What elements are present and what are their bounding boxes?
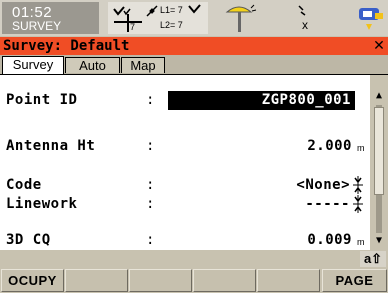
linework-row: Linework : ----- (0, 193, 370, 215)
scroll-down-icon[interactable]: ▼ (370, 234, 388, 248)
colon: : (146, 196, 155, 212)
satellite-panel: 7 L1= 7 L2= 7 (108, 2, 208, 34)
cq3d-row: 3D CQ : 0.009 m (0, 229, 370, 251)
signal-arrow-icon (188, 4, 201, 14)
scrollbar[interactable]: ▲ ▼ (370, 75, 388, 250)
code-updown-icon[interactable] (353, 176, 363, 194)
point-id-value: ZGP800_001 (261, 92, 351, 108)
antenna-ht-input[interactable]: 2.000 (307, 135, 352, 157)
battery-icon (359, 8, 383, 30)
position-crosshair-icon (113, 6, 142, 32)
f2-button[interactable] (65, 269, 128, 292)
tab-map[interactable]: Map (121, 57, 165, 73)
cq3d-value: 0.009 (307, 232, 352, 248)
colon: : (146, 92, 155, 108)
survey-form: Point ID : ZGP800_001 Antenna Ht : 2.000… (0, 75, 370, 250)
cq3d-label: 3D CQ (6, 232, 51, 248)
scroll-up-icon[interactable]: ▲ (370, 89, 388, 103)
antenna-ht-label: Antenna Ht (6, 138, 96, 154)
close-icon: ✕ (373, 37, 385, 53)
antenna-ht-unit: m (357, 143, 365, 153)
linework-label: Linework (6, 196, 78, 212)
f4-button[interactable] (193, 269, 256, 292)
point-id-row: Point ID : ZGP800_001 (0, 89, 370, 111)
tab-auto[interactable]: Auto (65, 57, 120, 73)
f1-ocupy-button[interactable]: OCUPY (1, 269, 64, 292)
softkey-bar: OCUPY PAGE (0, 268, 388, 293)
antenna-icon (225, 4, 257, 32)
point-id-label: Point ID (6, 92, 78, 108)
close-button[interactable]: ✕ (372, 37, 386, 53)
l2-count: L2= 7 (160, 20, 183, 30)
satellite-icon (146, 5, 158, 17)
page-title: Survey: Default (3, 38, 130, 54)
colon: : (146, 138, 155, 154)
radio-link-icon: x (298, 5, 308, 32)
linework-updown-icon[interactable] (353, 195, 363, 213)
f3-button[interactable] (129, 269, 192, 292)
alpha-shift-indicator: a⇧ (360, 251, 386, 267)
title-bar: Survey: Default ✕ (0, 37, 388, 55)
svg-text:x: x (302, 18, 308, 32)
antenna-ht-row: Antenna Ht : 2.000 m (0, 135, 370, 157)
point-id-input[interactable]: ZGP800_001 (168, 91, 355, 110)
colon: : (146, 232, 155, 248)
time-mode-panel: 01:52 SURVEY (2, 2, 99, 34)
status-bar: 01:52 SURVEY 7 L1= 7 L2= 7 x (0, 0, 388, 36)
f5-button[interactable] (257, 269, 320, 292)
l1-count: L1= 7 (160, 5, 183, 15)
f6-page-button[interactable]: PAGE (322, 269, 387, 292)
tab-bar: Survey Auto Map (0, 55, 388, 75)
app-mode: SURVEY (12, 19, 62, 33)
sat-count: 7 (130, 22, 136, 32)
linework-select[interactable]: ----- (305, 193, 350, 215)
input-mode-row: a⇧ (0, 250, 388, 268)
scroll-thumb[interactable] (374, 107, 384, 195)
tab-survey[interactable]: Survey (2, 56, 64, 74)
